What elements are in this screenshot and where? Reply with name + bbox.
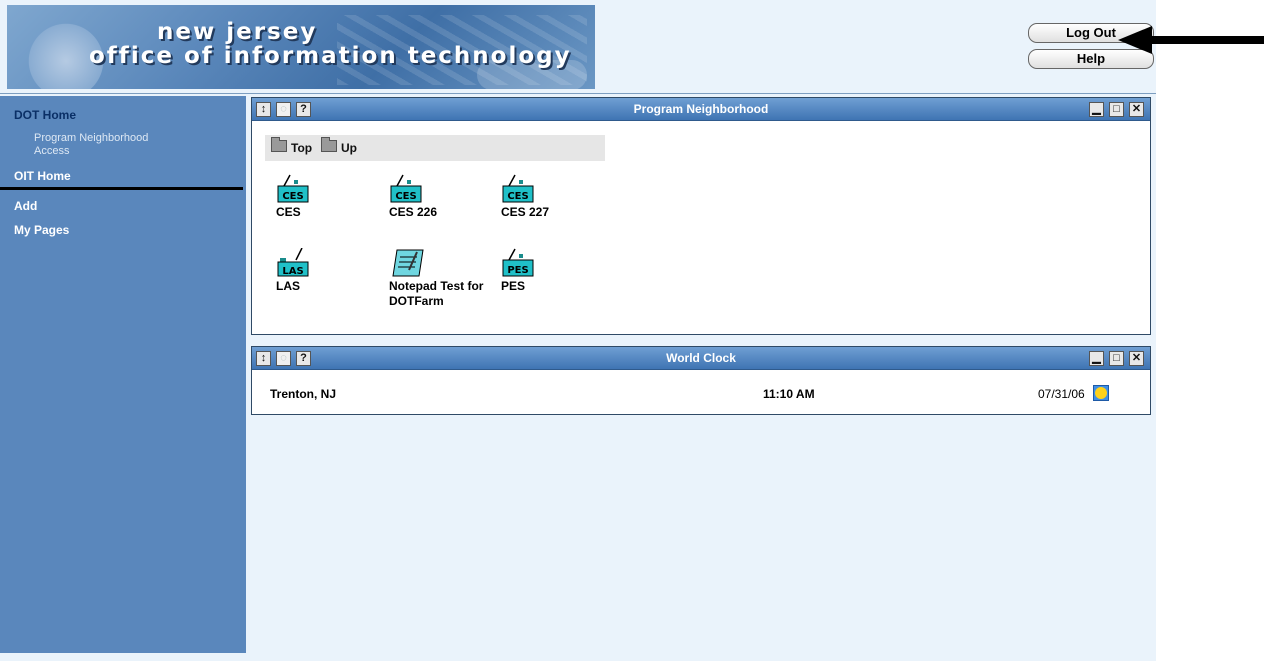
sun-icon	[1093, 385, 1109, 401]
sidebar-item-my-pages[interactable]: My Pages	[14, 223, 69, 237]
portlet-titlebar: ↕ ◌ ? World Clock ▁ □ ✕	[252, 347, 1150, 370]
banner-title-line2: office of information technology	[89, 43, 572, 69]
portlet-title: Program Neighborhood	[633, 102, 769, 116]
clock-date: 07/31/06	[1038, 387, 1085, 401]
app-label: CES 227	[501, 205, 550, 219]
notepad-app-icon	[392, 249, 424, 277]
minimize-icon[interactable]: ▁	[1089, 351, 1104, 366]
maximize-icon[interactable]: □	[1109, 102, 1124, 117]
banner-title-line1: new jersey	[157, 19, 318, 45]
app-label: Notepad Test for DOTFarm	[389, 279, 484, 308]
sidebar-divider	[0, 187, 243, 190]
folder-up-icon	[321, 137, 337, 152]
ces-227-app-icon: CES	[502, 174, 534, 203]
pes-app-icon: PES	[502, 248, 534, 277]
las-app-icon: LAS	[277, 248, 309, 277]
close-icon[interactable]: ✕	[1129, 351, 1144, 366]
portlet-title: World Clock	[666, 351, 736, 365]
ces-app-icon: CES	[277, 174, 309, 203]
clock-time: 11:10 AM	[763, 387, 815, 401]
sidebar-item-dot-home[interactable]: DOT Home	[14, 108, 76, 122]
breadcrumb-top[interactable]: Top	[291, 141, 312, 155]
folder-icon	[271, 137, 287, 152]
app-label: CES	[276, 205, 301, 219]
app-label: LAS	[276, 279, 300, 293]
close-icon[interactable]: ✕	[1129, 102, 1144, 117]
world-clock-portlet: ↕ ◌ ? World Clock ▁ □ ✕ Trenton, NJ 11:1…	[251, 346, 1151, 415]
breadcrumb-up[interactable]: Up	[341, 141, 357, 155]
svg-text:CES: CES	[507, 191, 528, 202]
portlet-titlebar: ↕ ◌ ? Program Neighborhood ▁ □ ✕	[252, 98, 1150, 121]
sidebar: DOT Home Program Neighborhood Access OIT…	[0, 96, 246, 653]
svg-text:CES: CES	[395, 191, 416, 202]
svg-text:CES: CES	[282, 191, 303, 202]
svg-text:LAS: LAS	[282, 266, 303, 277]
sidebar-item-add[interactable]: Add	[14, 199, 37, 213]
breadcrumb: Top Up	[265, 135, 605, 161]
pointer-arrow-icon	[1118, 26, 1264, 54]
program-neighborhood-portlet: ↕ ◌ ? Program Neighborhood ▁ □ ✕ Top Up …	[251, 97, 1151, 335]
minimize-icon[interactable]: ▁	[1089, 102, 1104, 117]
header-divider	[0, 93, 1156, 94]
svg-text:PES: PES	[507, 265, 528, 276]
sidebar-item-program-neighborhood-access[interactable]: Program Neighborhood Access	[34, 132, 184, 158]
clock-city: Trenton, NJ	[270, 387, 337, 401]
page-margin	[1156, 0, 1266, 661]
header-banner: new jersey office of information technol…	[7, 5, 595, 89]
maximize-icon[interactable]: □	[1109, 351, 1124, 366]
ces-226-app-icon: CES	[390, 174, 422, 203]
app-label: PES	[501, 279, 526, 293]
app-label: CES 226	[389, 205, 438, 219]
sidebar-item-oit-home[interactable]: OIT Home	[14, 169, 71, 183]
